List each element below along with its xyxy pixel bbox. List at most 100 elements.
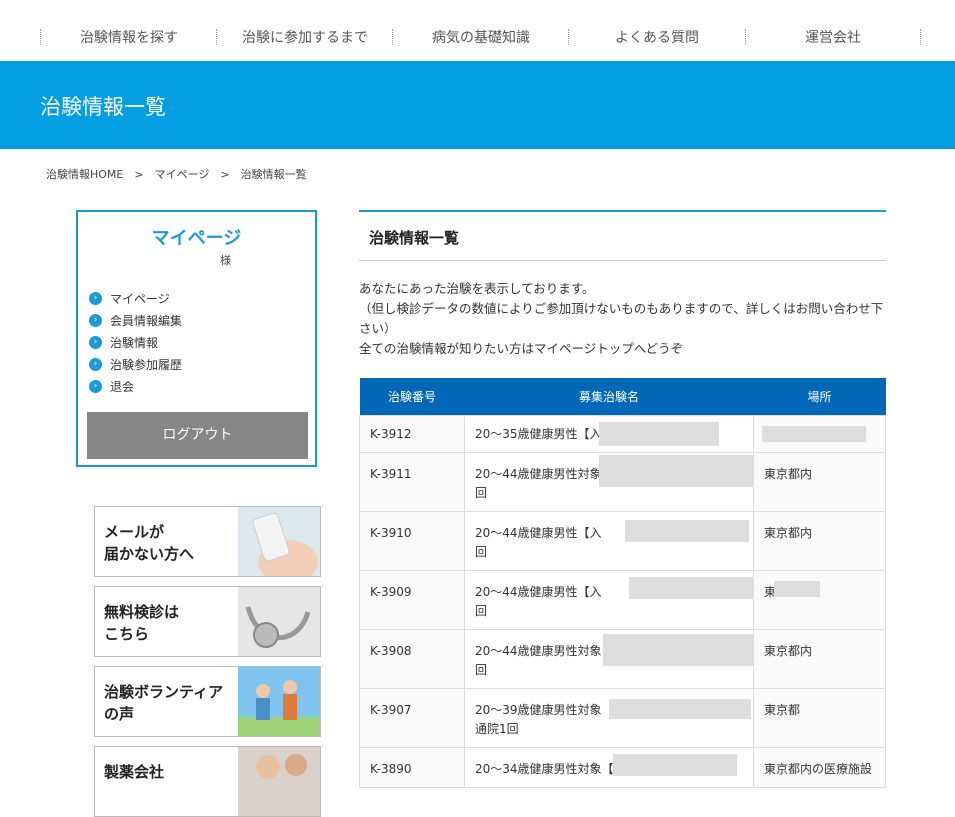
section-heading: 治験情報一覧 [359, 212, 886, 261]
menu-item-history[interactable]: › 治験参加履歴 [89, 354, 182, 376]
mypage-panel: マイページ 様 › マイページ › 会員情報編集 › 治験情報 › 治験参加履歴 › 退会… [76, 210, 317, 467]
logout-button[interactable]: ログアウト [87, 412, 308, 459]
column-header-name: 募集治験名 [464, 378, 754, 416]
banner-text: メールが 届かない方へ [104, 523, 195, 563]
banner-mail-not-received[interactable]: メールが 届かない方へ [94, 506, 321, 577]
main-panel: 治験情報一覧 あなたにあった治験を表示しております。 （但し検診データの数値によ… [359, 210, 886, 788]
people-photo-image [238, 747, 320, 816]
intro-line: （但し検診データの数値によりご参加頂けないものもありますので、詳しくはお問い合わ… [359, 301, 884, 336]
table-row[interactable]: K-3909 20～44歳健康男性【入 回 東 [359, 570, 886, 630]
column-header-place: 場所 [753, 378, 886, 416]
table-row[interactable]: K-3890 20～34歳健康男性対象【 東京都内の医療施設 [359, 747, 886, 788]
table-header-row: 治験番号 募集治験名 場所 [359, 378, 886, 416]
menu-label: 治験参加履歴 [110, 358, 183, 372]
nav-divider [920, 29, 921, 45]
trial-name-cell[interactable]: 20～44歳健康男性対象 回 [464, 629, 754, 689]
nav-until-participation[interactable]: 治験に参加するまで [218, 0, 392, 61]
redaction-block [762, 426, 866, 442]
table-row[interactable]: K-3912 20～35歳健康男性【入院 [359, 415, 886, 453]
banner-text: 治験ボランティア の声 [104, 683, 224, 723]
table-row[interactable]: K-3910 20～44歳健康男性【入 回 東京都内 [359, 511, 886, 571]
breadcrumb-home[interactable]: 治験情報HOME [46, 166, 123, 182]
redaction-block [774, 581, 820, 597]
chevron-right-icon: › [89, 336, 102, 349]
trial-id: K-3907 [359, 688, 465, 748]
table-row[interactable]: K-3907 20～39歳健康男性対象【 通院1回 東京都 [359, 688, 886, 748]
banner-free-checkup[interactable]: 無料検診は こちら [94, 586, 321, 657]
breadcrumb-separator: > [220, 168, 230, 181]
trial-place-cell [753, 415, 886, 453]
redaction-block [625, 520, 749, 542]
breadcrumb: 治験情報HOME > マイページ > 治験情報一覧 [46, 166, 307, 182]
chevron-right-icon: › [89, 380, 102, 393]
redaction-block [629, 577, 753, 599]
menu-item-edit-member[interactable]: › 会員情報編集 [89, 310, 182, 332]
trial-name-cell[interactable]: 20～44歳健康男性【入 回 [464, 570, 754, 630]
menu-item-mypage[interactable]: › マイページ [89, 288, 182, 310]
trial-place: 東京都内 [753, 629, 886, 689]
chevron-right-icon: › [89, 292, 102, 305]
trial-name[interactable]: 20～44歳健康男性対象 回 [475, 467, 602, 500]
mypage-menu: › マイページ › 会員情報編集 › 治験情報 › 治験参加履歴 › 退会 [89, 288, 182, 398]
redaction-block [599, 455, 753, 487]
mypage-title: マイページ [151, 228, 242, 249]
trial-name-cell[interactable]: 20～39歳健康男性対象【 通院1回 [464, 688, 754, 748]
chevron-right-icon: › [89, 358, 102, 371]
nav-divider [216, 29, 217, 45]
banner-text: 無料検診は こちら [104, 603, 180, 643]
table-row[interactable]: K-3908 20～44歳健康男性対象 回 東京都内 [359, 629, 886, 689]
chevron-right-icon: › [89, 314, 102, 327]
redaction-block [599, 422, 719, 446]
page-banner: 治験情報一覧 [0, 61, 955, 149]
breadcrumb-mypage[interactable]: マイページ [155, 166, 210, 182]
trial-id: K-3908 [359, 629, 465, 689]
nav-search-trials[interactable]: 治験情報を探す [42, 0, 216, 61]
user-honorific: 様 [220, 254, 231, 267]
nav-company[interactable]: 運営会社 [747, 0, 919, 61]
menu-label: 会員情報編集 [110, 314, 183, 328]
trial-id: K-3910 [359, 511, 465, 571]
nav-faq[interactable]: よくある質問 [570, 0, 744, 61]
trial-name-cell[interactable]: 20～34歳健康男性対象【 [464, 747, 754, 788]
page-title: 治験情報一覧 [40, 95, 166, 119]
menu-label: 治験情報 [110, 336, 159, 350]
menu-label: マイページ [110, 292, 170, 306]
trial-name[interactable]: 20～44歳健康男性【入 回 [475, 585, 602, 618]
trial-name[interactable]: 20～35歳健康男性【入院 [475, 427, 614, 441]
banner-text: 製薬会社 [104, 763, 165, 781]
nav-disease-basics[interactable]: 病気の基礎知識 [394, 0, 568, 61]
trial-place: 東京都内 [753, 511, 886, 571]
trial-place: 東京都内 [753, 452, 886, 512]
family-photo-image [238, 667, 320, 736]
redaction-block [603, 634, 753, 666]
menu-label: 退会 [110, 380, 135, 394]
trial-name-cell[interactable]: 20～44歳健康男性対象 回 [464, 452, 754, 512]
banner-volunteer-voice[interactable]: 治験ボランティア の声 [94, 666, 321, 737]
trial-id: K-3912 [359, 415, 465, 453]
trial-place-cell: 東 [753, 570, 886, 630]
column-header-id: 治験番号 [359, 378, 465, 416]
trial-name[interactable]: 20～44歳健康男性【入 回 [475, 526, 602, 559]
nav-divider [745, 29, 746, 45]
trial-place: 東京都 [753, 688, 886, 748]
menu-item-trial-info[interactable]: › 治験情報 [89, 332, 182, 354]
nav-divider [568, 29, 569, 45]
intro-line: あなたにあった治験を表示しております。 [359, 281, 595, 296]
banner-pharma[interactable]: 製薬会社 [94, 746, 321, 817]
trial-id: K-3909 [359, 570, 465, 630]
trial-name-cell[interactable]: 20～44歳健康男性【入 回 [464, 511, 754, 571]
breadcrumb-current: 治験情報一覧 [240, 168, 307, 181]
menu-item-withdraw[interactable]: › 退会 [89, 376, 182, 398]
trial-id: K-3890 [359, 747, 465, 788]
stethoscope-image [238, 587, 320, 656]
trial-id: K-3911 [359, 452, 465, 512]
trial-table: 治験番号 募集治験名 場所 K-3912 20～35歳健康男性【入院 K-391… [359, 378, 886, 788]
redaction-block [613, 754, 737, 776]
trial-name-cell[interactable]: 20～35歳健康男性【入院 [464, 415, 754, 453]
smartphone-hand-image [238, 507, 320, 576]
table-row[interactable]: K-3911 20～44歳健康男性対象 回 東京都内 [359, 452, 886, 512]
trial-name[interactable]: 20～44歳健康男性対象 回 [475, 644, 602, 677]
trial-name[interactable]: 20～39歳健康男性対象【 通院1回 [475, 703, 614, 736]
trial-name[interactable]: 20～34歳健康男性対象【 [475, 762, 614, 776]
redaction-block [609, 699, 751, 719]
